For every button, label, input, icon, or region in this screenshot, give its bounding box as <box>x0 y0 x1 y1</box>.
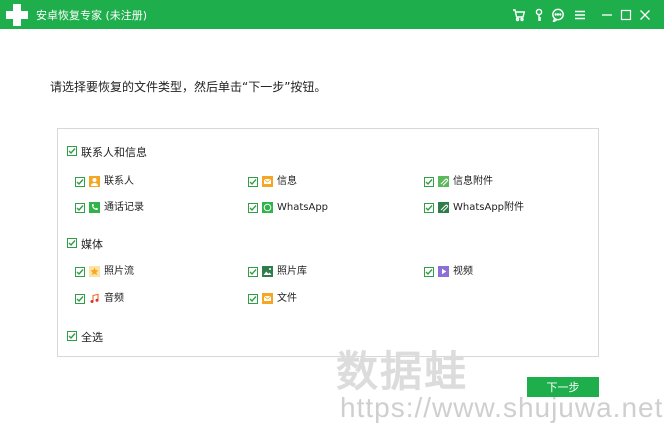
maximize-icon[interactable] <box>618 7 634 23</box>
checkbox[interactable] <box>248 177 258 187</box>
group-checkbox-contacts[interactable] <box>67 146 77 156</box>
contacts-icon <box>89 176 100 187</box>
item-message-attachments[interactable]: 信息附件 <box>424 175 544 189</box>
instruction-text: 请选择要恢复的文件类型，然后单击“下一步”按钮。 <box>50 80 327 94</box>
attachment-icon <box>438 176 449 187</box>
whatsapp-icon <box>262 202 273 213</box>
item-whatsapp-attachments[interactable]: WhatsApp附件 <box>424 201 554 215</box>
chat-icon[interactable] <box>550 7 566 23</box>
checkbox[interactable] <box>424 203 434 213</box>
window-title: 安卓恢复专家 (未注册) <box>36 9 148 22</box>
document-icon <box>262 293 273 304</box>
select-all-checkbox[interactable] <box>67 331 77 341</box>
checkbox[interactable] <box>75 177 85 187</box>
title-bar: 安卓恢复专家 (未注册) <box>0 0 664 29</box>
item-picture-library[interactable]: 照片库 <box>248 265 368 279</box>
checkbox[interactable] <box>75 203 85 213</box>
whatsapp-attachment-icon <box>438 202 449 213</box>
minimize-icon[interactable] <box>599 7 615 23</box>
select-all-label[interactable]: 全选 <box>81 329 103 345</box>
checkbox[interactable] <box>248 267 258 277</box>
checkbox[interactable] <box>75 294 85 304</box>
next-button[interactable]: 下一步 <box>527 377 599 397</box>
file-type-panel <box>57 128 599 357</box>
checkbox[interactable] <box>424 267 434 277</box>
cart-icon[interactable] <box>511 7 527 23</box>
watermark-url: https://www.shujuwa.net <box>340 392 664 423</box>
watermark-name: 数据蛙 <box>336 347 469 396</box>
picture-icon <box>262 266 273 277</box>
music-icon <box>89 293 100 304</box>
group-label-contacts: 联系人和信息 <box>81 146 147 159</box>
checkbox[interactable] <box>75 267 85 277</box>
key-icon[interactable] <box>531 7 547 23</box>
item-whatsapp[interactable]: WhatsApp <box>248 201 368 215</box>
checkbox[interactable] <box>248 294 258 304</box>
group-checkbox-media[interactable] <box>67 238 77 248</box>
item-call-logs[interactable]: 通话记录 <box>75 201 195 215</box>
close-icon[interactable] <box>637 7 653 23</box>
messages-icon <box>262 176 273 187</box>
menu-icon[interactable] <box>572 7 588 23</box>
item-documents[interactable]: 文件 <box>248 292 368 306</box>
checkbox[interactable] <box>248 203 258 213</box>
video-icon <box>438 266 449 277</box>
item-videos[interactable]: 视频 <box>424 265 544 279</box>
phone-icon <box>89 202 100 213</box>
group-label-media: 媒体 <box>81 238 103 251</box>
item-audio[interactable]: 音频 <box>75 292 195 306</box>
checkbox[interactable] <box>424 177 434 187</box>
item-gallery[interactable]: 照片流 <box>75 265 195 279</box>
item-contacts[interactable]: 联系人 <box>75 175 195 189</box>
item-messages[interactable]: 信息 <box>248 175 368 189</box>
photo-stream-icon <box>89 266 100 277</box>
app-logo-icon <box>6 4 28 26</box>
